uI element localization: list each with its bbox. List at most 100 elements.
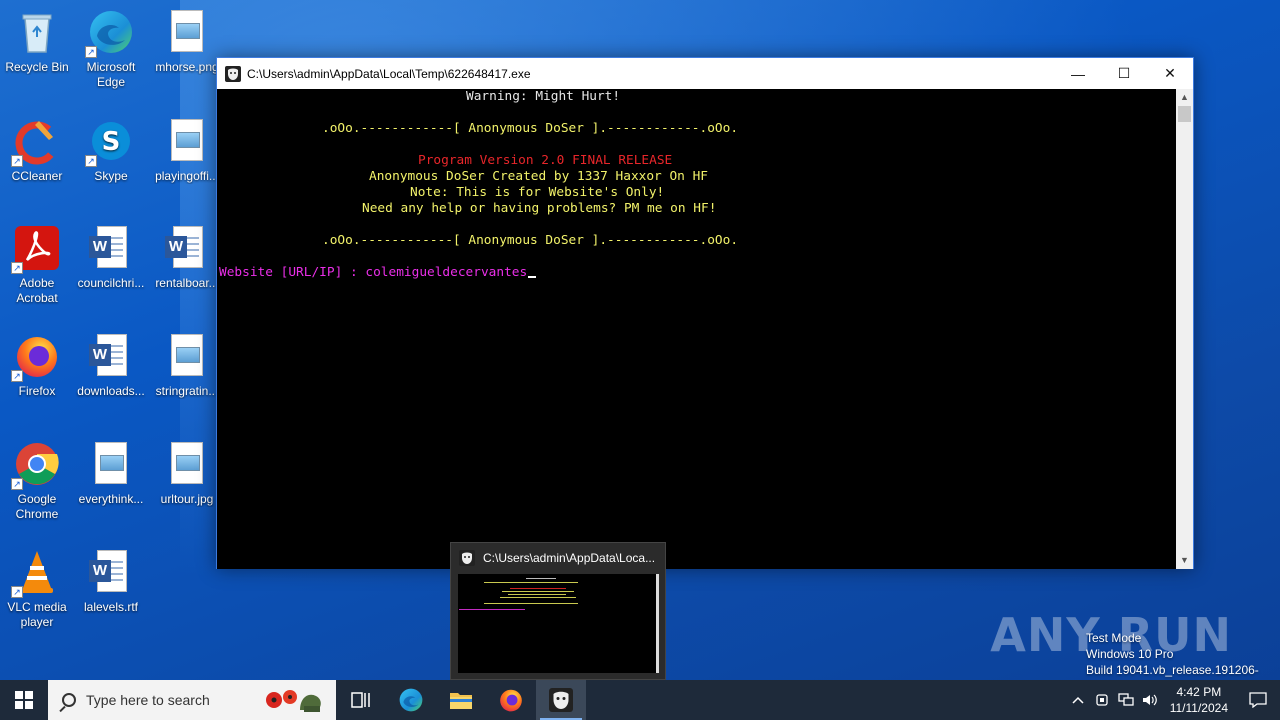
word-document-icon: W bbox=[87, 548, 135, 596]
device-icon[interactable] bbox=[1090, 680, 1114, 720]
word-document-icon: W bbox=[87, 224, 135, 272]
scrollbar-thumb[interactable] bbox=[1178, 106, 1191, 122]
console-prompt-line[interactable]: Website [URL/IP] : colemigueldecervantes bbox=[219, 265, 537, 281]
scroll-up-icon[interactable]: ▲ bbox=[1176, 89, 1193, 106]
desktop-icon-label: Google Chrome bbox=[15, 492, 59, 521]
desktop-icon-label: CCleaner bbox=[11, 169, 63, 183]
console-line-banner-bottom: .oOo.------------[ Anonymous DoSer ].---… bbox=[322, 233, 739, 248]
taskbar-window-preview[interactable]: C:\Users\admin\AppData\Loca... bbox=[450, 542, 666, 680]
ccleaner-icon: ↗ bbox=[11, 117, 61, 167]
recycle-bin-icon bbox=[13, 8, 61, 56]
desktop-icon-label: Skype bbox=[94, 169, 128, 183]
image-file-icon bbox=[163, 440, 211, 488]
anonymous-mask-icon bbox=[549, 688, 573, 712]
desktop-icon-label: Recycle Bin bbox=[5, 60, 69, 74]
volume-icon[interactable] bbox=[1138, 680, 1162, 720]
skype-icon: S ↗ bbox=[85, 117, 135, 167]
console-window[interactable]: C:\Users\admin\AppData\Local\Temp\622648… bbox=[216, 57, 1194, 569]
show-hidden-icons-chevron-icon[interactable] bbox=[1066, 680, 1090, 720]
desktop-icon-label: everythink... bbox=[78, 492, 144, 506]
desktop-icon-lalevels[interactable]: W lalevels.rtf bbox=[74, 548, 148, 615]
console-line-version: Program Version 2.0 FINAL RELEASE bbox=[418, 153, 673, 168]
desktop-icon-firefox[interactable]: ↗ Firefox bbox=[0, 332, 74, 399]
console-input-value[interactable]: colemigueldecervantes bbox=[365, 265, 527, 280]
start-button[interactable] bbox=[0, 680, 48, 720]
action-center-button[interactable] bbox=[1236, 680, 1280, 720]
desktop-icon-urltour[interactable]: urltour.jpg bbox=[150, 440, 224, 507]
maximize-button[interactable]: ☐ bbox=[1101, 58, 1147, 89]
desktop-icon-label: Adobe Acrobat bbox=[16, 276, 58, 305]
desktop-icon-recycle-bin[interactable]: Recycle Bin bbox=[0, 8, 74, 75]
console-line-banner-top: .oOo.------------[ Anonymous DoSer ].---… bbox=[322, 121, 739, 136]
firefox-icon: ↗ bbox=[11, 332, 61, 382]
desktop-icon-adobe-acrobat[interactable]: ↗ Adobe Acrobat bbox=[0, 224, 74, 306]
task-view-icon bbox=[351, 692, 370, 708]
shortcut-arrow-icon: ↗ bbox=[85, 46, 97, 58]
vertical-scrollbar[interactable]: ▲ ▼ bbox=[1176, 89, 1193, 569]
taskbar-firefox[interactable] bbox=[486, 680, 536, 720]
desktop-icon-stringratin[interactable]: stringratin... bbox=[150, 332, 224, 399]
task-view-button[interactable] bbox=[336, 680, 386, 720]
notification-icon bbox=[1249, 692, 1267, 708]
network-icon[interactable] bbox=[1114, 680, 1138, 720]
acrobat-icon: ↗ bbox=[11, 224, 61, 274]
desktop-icon-downloads[interactable]: W downloads... bbox=[74, 332, 148, 399]
window-titlebar[interactable]: C:\Users\admin\AppData\Local\Temp\622648… bbox=[217, 58, 1193, 89]
desktop-icon-label: VLC media player bbox=[7, 600, 67, 629]
shortcut-arrow-icon: ↗ bbox=[11, 262, 23, 274]
shortcut-arrow-icon: ↗ bbox=[11, 370, 23, 382]
desktop-icon-label: Firefox bbox=[18, 384, 56, 398]
taskbar-edge[interactable] bbox=[386, 680, 436, 720]
firefox-icon bbox=[500, 689, 522, 712]
image-file-icon bbox=[163, 332, 211, 380]
svg-text:S: S bbox=[102, 127, 121, 157]
vlc-icon: ↗ bbox=[11, 548, 61, 598]
folder-icon bbox=[450, 693, 472, 709]
desktop-icon-google-chrome[interactable]: ↗ Google Chrome bbox=[0, 440, 74, 522]
image-file-icon bbox=[163, 8, 211, 56]
desktop-icon-label: Microsoft Edge bbox=[86, 60, 136, 89]
shortcut-arrow-icon: ↗ bbox=[85, 155, 97, 167]
search-icon bbox=[62, 693, 76, 707]
desktop-icon-label: playingoffi... bbox=[155, 169, 219, 183]
watermark-line-1: Test Mode bbox=[1086, 631, 1142, 645]
word-document-icon: W bbox=[87, 332, 135, 380]
shortcut-arrow-icon: ↗ bbox=[11, 478, 23, 490]
desktop-icon-mhorse[interactable]: mhorse.png bbox=[150, 8, 224, 75]
edge-icon: ↗ bbox=[85, 8, 135, 58]
shortcut-arrow-icon: ↗ bbox=[11, 155, 23, 167]
text-cursor bbox=[528, 276, 537, 278]
desktop-icon-microsoft-edge[interactable]: ↗ Microsoft Edge bbox=[74, 8, 148, 90]
preview-thumbnail[interactable] bbox=[458, 574, 659, 673]
taskbar-file-explorer[interactable] bbox=[436, 680, 486, 720]
desktop-icon-playingoffi[interactable]: playingoffi... bbox=[150, 117, 224, 184]
clock-date: 11/11/2024 bbox=[1169, 701, 1228, 715]
console-line-warning: Warning: Might Hurt! bbox=[466, 89, 621, 104]
anonymous-mask-icon bbox=[225, 65, 241, 82]
preview-title: C:\Users\admin\AppData\Loca... bbox=[483, 551, 656, 565]
desktop-icon-councilchri[interactable]: W councilchri... bbox=[74, 224, 148, 291]
taskbar-clock[interactable]: 4:42 PM 11/11/2024 bbox=[1162, 684, 1236, 716]
taskbar-search-box[interactable]: Type here to search bbox=[48, 680, 336, 720]
desktop-icon-label: lalevels.rtf bbox=[83, 600, 139, 614]
shortcut-arrow-icon: ↗ bbox=[11, 586, 23, 598]
system-tray: 4:42 PM 11/11/2024 bbox=[1066, 680, 1280, 720]
taskbar-doser-app[interactable] bbox=[536, 680, 586, 720]
window-title: C:\Users\admin\AppData\Local\Temp\622648… bbox=[247, 66, 531, 81]
chrome-icon: ↗ bbox=[11, 440, 61, 490]
word-document-icon: W bbox=[163, 224, 211, 272]
desktop-icon-skype[interactable]: S ↗ Skype bbox=[74, 117, 148, 184]
desktop-icon-everythink[interactable]: everythink... bbox=[74, 440, 148, 507]
console-line-credits: Anonymous DoSer Created by 1337 Haxxor O… bbox=[369, 169, 708, 184]
desktop-icon-label: urltour.jpg bbox=[160, 492, 214, 506]
anonymous-mask-icon bbox=[459, 550, 475, 566]
desktop-icon-label: mhorse.png bbox=[155, 60, 219, 74]
desktop-icon-ccleaner[interactable]: ↗ CCleaner bbox=[0, 117, 74, 184]
desktop-icon-rentalboar[interactable]: W rentalboar... bbox=[150, 224, 224, 291]
minimize-button[interactable]: — bbox=[1055, 58, 1101, 89]
console-output[interactable]: Warning: Might Hurt! .oOo.------------[ … bbox=[217, 89, 1177, 569]
edge-icon bbox=[399, 688, 423, 712]
close-button[interactable]: ✕ bbox=[1147, 58, 1193, 89]
scroll-down-icon[interactable]: ▼ bbox=[1176, 552, 1193, 569]
desktop-icon-vlc[interactable]: ↗ VLC media player bbox=[0, 548, 74, 630]
